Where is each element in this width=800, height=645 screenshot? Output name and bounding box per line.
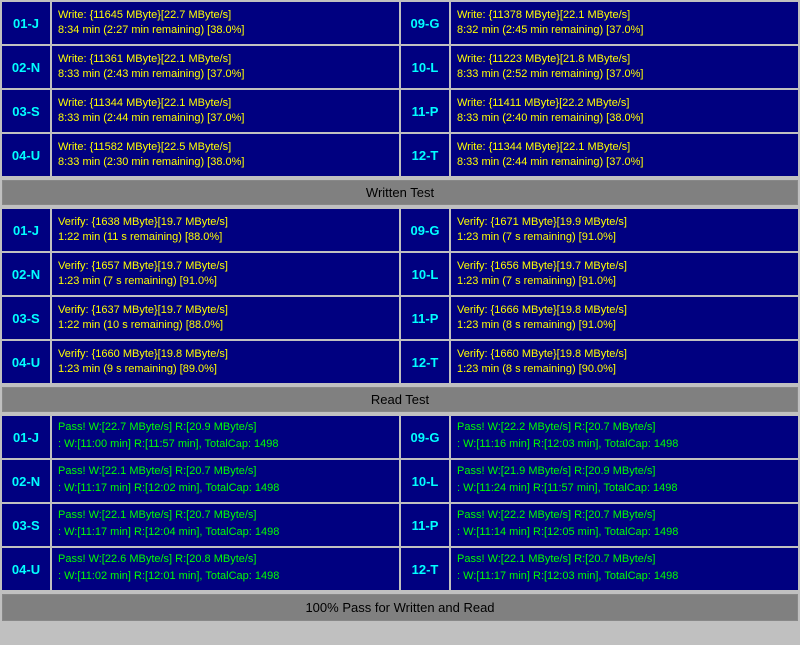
row-id-09-g: 09-G — [401, 209, 449, 251]
row-id-01-j: 01-J — [2, 209, 50, 251]
row-id-11-p: 11-P — [401, 90, 449, 132]
row-id-03-s: 03-S — [2, 297, 50, 339]
pass-cell-09-g: Pass! W:[22.2 MByte/s] R:[20.7 MByte/s]:… — [451, 416, 798, 458]
pass-id-03-s: 03-S — [2, 504, 50, 546]
main-container: 01-JWrite: {11645 MByte}[22.7 MByte/s]8:… — [0, 0, 800, 625]
row-id-03-s: 03-S — [2, 90, 50, 132]
read-test-label: Read Test — [371, 392, 429, 407]
pass-cell-10-l: Pass! W:[21.9 MByte/s] R:[20.9 MByte/s]:… — [451, 460, 798, 502]
pass-cell-01-j: Pass! W:[22.7 MByte/s] R:[20.9 MByte/s]:… — [52, 416, 399, 458]
pass-cell-12-t: Pass! W:[22.1 MByte/s] R:[20.7 MByte/s]:… — [451, 548, 798, 590]
cell-03-s: Write: {11344 MByte}[22.1 MByte/s]8:33 m… — [52, 90, 399, 132]
pass-id-09-g: 09-G — [401, 416, 449, 458]
cell-12-t: Write: {11344 MByte}[22.1 MByte/s]8:33 m… — [451, 134, 798, 176]
pass-id-11-p: 11-P — [401, 504, 449, 546]
row-id-09-g: 09-G — [401, 2, 449, 44]
row-id-12-t: 12-T — [401, 134, 449, 176]
row-id-04-u: 04-U — [2, 341, 50, 383]
pass-id-01-j: 01-J — [2, 416, 50, 458]
cell-01-j: Verify: {1638 MByte}[19.7 MByte/s]1:22 m… — [52, 209, 399, 251]
pass-cell-02-n: Pass! W:[22.1 MByte/s] R:[20.7 MByte/s]:… — [52, 460, 399, 502]
cell-09-g: Verify: {1671 MByte}[19.9 MByte/s]1:23 m… — [451, 209, 798, 251]
row-id-10-l: 10-L — [401, 253, 449, 295]
row-id-02-n: 02-N — [2, 46, 50, 88]
row-id-12-t: 12-T — [401, 341, 449, 383]
status-bar: 100% Pass for Written and Read — [2, 594, 798, 621]
status-text: 100% Pass for Written and Read — [305, 600, 494, 615]
cell-10-l: Write: {11223 MByte}[21.8 MByte/s]8:33 m… — [451, 46, 798, 88]
row-id-02-n: 02-N — [2, 253, 50, 295]
written-test-label: Written Test — [366, 185, 434, 200]
pass-cell-04-u: Pass! W:[22.6 MByte/s] R:[20.8 MByte/s]:… — [52, 548, 399, 590]
cell-11-p: Write: {11411 MByte}[22.2 MByte/s]8:33 m… — [451, 90, 798, 132]
pass-cell-03-s: Pass! W:[22.1 MByte/s] R:[20.7 MByte/s]:… — [52, 504, 399, 546]
pass-cell-11-p: Pass! W:[22.2 MByte/s] R:[20.7 MByte/s]:… — [451, 504, 798, 546]
written-test-section: 01-JWrite: {11645 MByte}[22.7 MByte/s]8:… — [2, 2, 798, 205]
cell-04-u: Verify: {1660 MByte}[19.8 MByte/s]1:23 m… — [52, 341, 399, 383]
pass-id-04-u: 04-U — [2, 548, 50, 590]
verify-section: 01-JVerify: {1638 MByte}[19.7 MByte/s]1:… — [2, 209, 798, 412]
row-id-01-j: 01-J — [2, 2, 50, 44]
pass-id-12-t: 12-T — [401, 548, 449, 590]
pass-id-10-l: 10-L — [401, 460, 449, 502]
cell-04-u: Write: {11582 MByte}[22.5 MByte/s]8:33 m… — [52, 134, 399, 176]
cell-03-s: Verify: {1637 MByte}[19.7 MByte/s]1:22 m… — [52, 297, 399, 339]
row-id-11-p: 11-P — [401, 297, 449, 339]
cell-09-g: Write: {11378 MByte}[22.1 MByte/s]8:32 m… — [451, 2, 798, 44]
row-id-10-l: 10-L — [401, 46, 449, 88]
pass-id-02-n: 02-N — [2, 460, 50, 502]
row-id-04-u: 04-U — [2, 134, 50, 176]
cell-01-j: Write: {11645 MByte}[22.7 MByte/s]8:34 m… — [52, 2, 399, 44]
cell-02-n: Verify: {1657 MByte}[19.7 MByte/s]1:23 m… — [52, 253, 399, 295]
cell-02-n: Write: {11361 MByte}[22.1 MByte/s]8:33 m… — [52, 46, 399, 88]
read-test-divider: Read Test — [2, 387, 798, 412]
written-test-divider: Written Test — [2, 180, 798, 205]
cell-12-t: Verify: {1660 MByte}[19.8 MByte/s]1:23 m… — [451, 341, 798, 383]
pass-section: 01-JPass! W:[22.7 MByte/s] R:[20.9 MByte… — [2, 416, 798, 621]
cell-11-p: Verify: {1666 MByte}[19.8 MByte/s]1:23 m… — [451, 297, 798, 339]
cell-10-l: Verify: {1656 MByte}[19.7 MByte/s]1:23 m… — [451, 253, 798, 295]
